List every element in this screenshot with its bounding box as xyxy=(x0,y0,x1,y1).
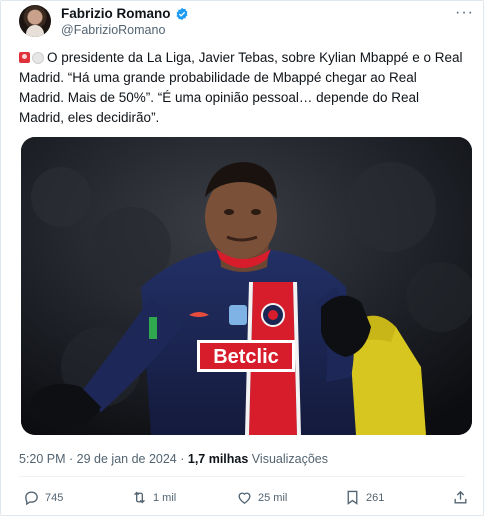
white-circle-emoji-icon xyxy=(32,52,44,64)
more-dots-icon[interactable]: ··· xyxy=(455,4,474,22)
share-icon xyxy=(454,490,467,504)
share-button[interactable] xyxy=(452,489,469,506)
meta-separator: · xyxy=(176,452,188,466)
jersey-sponsor-text: Betclic xyxy=(213,346,279,368)
author-avatar[interactable] xyxy=(19,5,51,37)
bookmark-button[interactable]: 261 xyxy=(344,489,384,506)
views-count: 1,7 milhas xyxy=(187,452,249,466)
repost-count: 1 mil xyxy=(153,491,177,504)
reply-button[interactable]: 745 xyxy=(23,489,63,506)
tweet-date[interactable]: 29 de jan de 2024 xyxy=(77,452,177,466)
verified-badge-icon xyxy=(176,7,187,20)
author-name-row[interactable]: Fabrizio Romano xyxy=(61,6,189,21)
like-count: 25 mil xyxy=(258,491,288,504)
tweet-photo[interactable]: Betclic xyxy=(21,137,472,435)
divider xyxy=(19,476,465,477)
repost-button[interactable]: 1 mil xyxy=(131,489,176,506)
heart-icon xyxy=(238,492,251,504)
bookmark-icon xyxy=(347,490,358,505)
views-label: Visualizações xyxy=(248,452,329,466)
reply-icon xyxy=(25,491,38,506)
siren-emoji-icon xyxy=(19,52,30,63)
author-name[interactable]: Fabrizio Romano xyxy=(61,6,171,21)
tweet-meta: 5:20 PM · 29 de jan de 2024 · 1,7 milhas… xyxy=(19,452,328,466)
meta-separator: · xyxy=(65,452,77,466)
author-handle[interactable]: @FabrizioRomano xyxy=(61,23,165,37)
tweet-time[interactable]: 5:20 PM xyxy=(19,452,66,466)
bookmark-count: 261 xyxy=(366,491,385,504)
tweet-body: O presidente da La Liga, Javier Tebas, s… xyxy=(19,50,463,125)
reply-count: 745 xyxy=(45,491,64,504)
photo-illustration: Betclic xyxy=(21,137,472,435)
like-button[interactable]: 25 mil xyxy=(236,489,287,506)
tweet-text: O presidente da La Liga, Javier Tebas, s… xyxy=(19,48,464,128)
repost-icon xyxy=(134,491,145,504)
